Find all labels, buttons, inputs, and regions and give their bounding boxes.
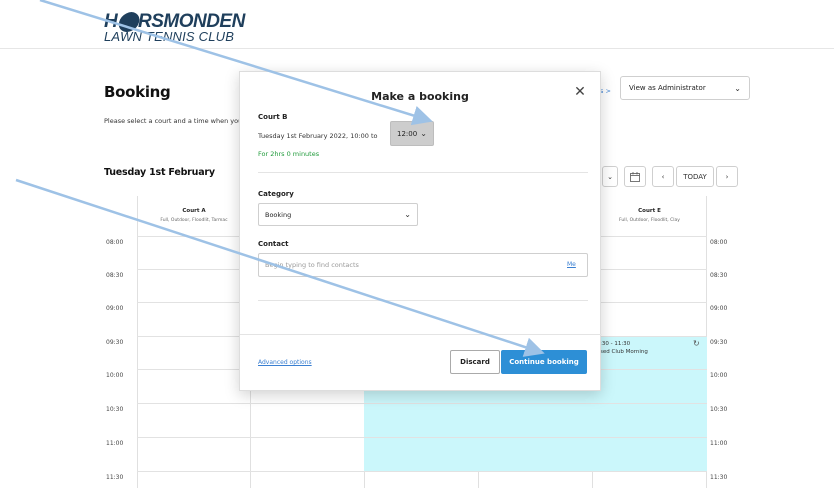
court-name: Court E <box>638 208 661 214</box>
time-label: 11:30 <box>106 474 124 481</box>
chevron-right-icon: › <box>725 172 729 181</box>
booking-event-time: :30 - 11:30 <box>600 341 631 347</box>
time-label: 08:30 <box>106 272 124 279</box>
time-label: 10:30 <box>710 406 728 413</box>
previous-day-button[interactable]: ‹ <box>652 166 674 187</box>
divider <box>258 172 588 173</box>
booking-duration: For 2hrs 0 minutes <box>258 150 320 158</box>
end-time-value: 12:00 <box>397 129 418 138</box>
me-link[interactable]: Me <box>567 261 576 268</box>
advanced-options-link[interactable]: Advanced options <box>258 359 312 366</box>
contact-label: Contact <box>258 240 289 248</box>
end-time-select[interactable]: 12:00 ⌄ <box>390 121 434 146</box>
court-description: Full, Outdoor, Floodlit, Clay <box>619 218 680 223</box>
view-as-select[interactable]: View as Administrator ⌄ <box>620 76 750 100</box>
chevron-down-icon: ⌄ <box>607 172 613 181</box>
grid-row-line <box>137 437 707 438</box>
booking-event-label[interactable]: :30 - 11:30 sed Club Morning <box>600 340 648 357</box>
header-divider <box>0 48 834 49</box>
court-description: Full, Outdoor, Floodlit, Tarmac <box>160 218 228 223</box>
page-title: Booking <box>104 83 171 101</box>
time-label: 09:00 <box>710 305 728 312</box>
time-label: 08:00 <box>710 239 728 246</box>
category-value: Booking <box>265 210 292 219</box>
selected-court: Court B <box>258 113 288 121</box>
modal-title: Make a booking <box>371 90 469 103</box>
chevron-down-icon: ⌄ <box>420 129 427 138</box>
page-link-fragment[interactable]: s > <box>600 87 611 95</box>
chevron-left-icon: ‹ <box>661 172 665 181</box>
court-column-a: Court A Full, Outdoor, Floodlit, Tarmac <box>137 196 250 488</box>
divider <box>258 300 588 301</box>
calendar-icon <box>630 171 640 182</box>
time-label: 08:30 <box>710 272 728 279</box>
today-button[interactable]: TODAY <box>676 166 714 187</box>
chevron-down-icon: ⌄ <box>734 83 741 93</box>
grid-row-line <box>137 403 707 404</box>
category-label: Category <box>258 190 294 198</box>
time-label: 09:00 <box>106 305 124 312</box>
time-label: 10:30 <box>106 406 124 413</box>
booking-event-title: sed Club Morning <box>600 349 648 356</box>
category-select[interactable]: Booking ⌄ <box>258 203 418 226</box>
make-booking-modal: Make a booking ✕ Court B Tuesday 1st Feb… <box>239 71 602 391</box>
booking-page: H⬤RSMONDEN LAWN TENNIS CLUB Booking Plea… <box>0 0 834 488</box>
court-header-a: Court A Full, Outdoor, Floodlit, Tarmac <box>138 196 250 236</box>
grid-row-line <box>137 471 707 472</box>
calendar-date-title: Tuesday 1st February <box>104 167 215 178</box>
logo-subtitle: LAWN TENNIS CLUB <box>104 29 235 44</box>
time-label: 09:30 <box>710 339 728 346</box>
view-as-value: View as Administrator <box>629 84 706 92</box>
time-label: 09:30 <box>106 339 124 346</box>
today-label: TODAY <box>683 172 707 181</box>
chevron-down-icon: ⌄ <box>404 210 411 219</box>
next-day-button[interactable]: › <box>716 166 738 187</box>
time-label: 10:00 <box>710 372 728 379</box>
close-icon[interactable]: ✕ <box>572 84 588 100</box>
time-label: 11:30 <box>710 474 728 481</box>
recurring-icon: ↻ <box>693 339 700 348</box>
continue-booking-button[interactable]: Continue booking <box>501 350 587 374</box>
contact-search-input[interactable] <box>258 253 588 277</box>
booking-datetime: Tuesday 1st February 2022, 10:00 to <box>258 132 378 140</box>
time-label: 11:00 <box>106 440 124 447</box>
page-subtitle: Please select a court and a time when yo… <box>104 117 243 125</box>
court-header-e: Court E Full, Outdoor, Floodlit, Clay <box>593 196 706 236</box>
date-dropdown-button[interactable]: ⌄ <box>602 166 618 187</box>
time-label: 10:00 <box>106 372 124 379</box>
court-name: Court A <box>182 208 206 214</box>
discard-button[interactable]: Discard <box>450 350 500 374</box>
time-label: 08:00 <box>106 239 124 246</box>
club-logo[interactable]: H⬤RSMONDEN LAWN TENNIS CLUB <box>104 12 245 43</box>
footer-divider <box>240 334 602 335</box>
time-label: 11:00 <box>710 440 728 447</box>
calendar-picker-button[interactable] <box>624 166 646 187</box>
